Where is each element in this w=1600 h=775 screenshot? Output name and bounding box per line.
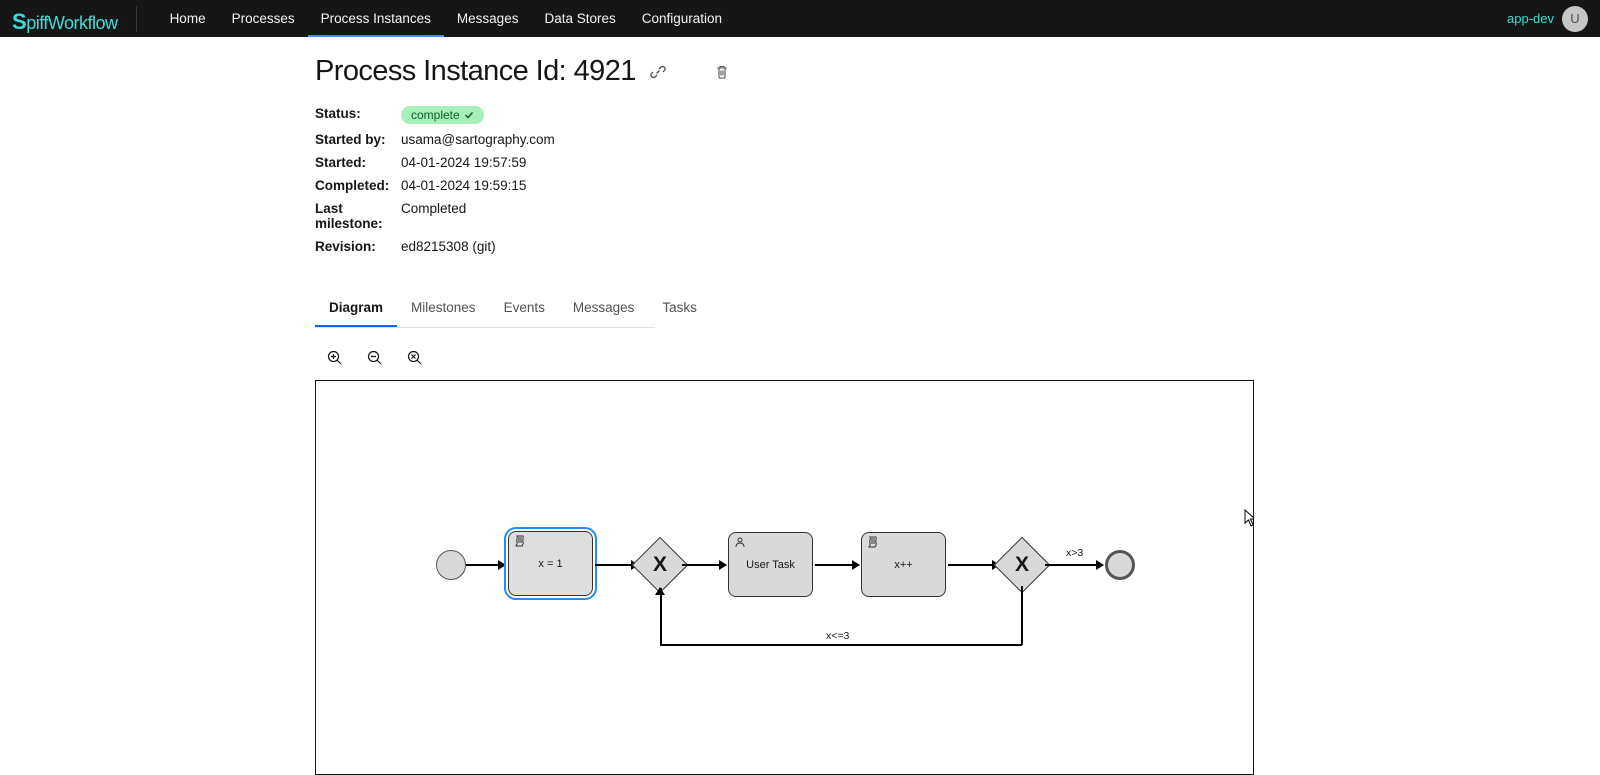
status-badge: complete bbox=[401, 106, 484, 124]
gateway-1[interactable]: X bbox=[632, 537, 689, 594]
tab-diagram[interactable]: Diagram bbox=[315, 290, 397, 327]
flow-arrow bbox=[948, 564, 999, 566]
started-label: Started: bbox=[315, 155, 401, 170]
nav-data-stores[interactable]: Data Stores bbox=[531, 1, 628, 36]
nav-messages[interactable]: Messages bbox=[444, 1, 532, 36]
title-row: Process Instance Id: 4921 bbox=[315, 55, 1300, 88]
tab-tasks[interactable]: Tasks bbox=[648, 290, 711, 327]
page-title: Process Instance Id: 4921 bbox=[315, 55, 636, 88]
loop-segment bbox=[660, 644, 1022, 646]
nav-process-instances[interactable]: Process Instances bbox=[308, 1, 444, 36]
script-task-x-increment[interactable]: x++ bbox=[861, 532, 946, 597]
tab-events[interactable]: Events bbox=[490, 290, 559, 327]
tabs: Diagram Milestones Events Messages Tasks bbox=[315, 290, 655, 328]
end-event[interactable] bbox=[1105, 550, 1135, 580]
avatar[interactable]: U bbox=[1562, 6, 1588, 32]
started-value: 04-01-2024 19:57:59 bbox=[401, 155, 526, 170]
loop-segment bbox=[660, 588, 662, 645]
nav-home[interactable]: Home bbox=[157, 1, 219, 36]
revision-label: Revision: bbox=[315, 239, 401, 254]
meta-table: Status: complete Started by: usama@sarto… bbox=[315, 102, 1300, 258]
logo-text: SpiffWorkflow bbox=[12, 11, 118, 33]
completed-label: Completed: bbox=[315, 178, 401, 193]
nav-items: Home Processes Process Instances Message… bbox=[157, 1, 736, 36]
loop-segment bbox=[1021, 586, 1023, 645]
flow-arrow bbox=[815, 564, 859, 566]
env-label[interactable]: app-dev bbox=[1507, 11, 1554, 26]
flow-arrow bbox=[682, 564, 726, 566]
user-icon bbox=[734, 536, 746, 551]
logo[interactable]: Draw the code SpiffWorkflow bbox=[12, 6, 137, 32]
started-by-value: usama@sartography.com bbox=[401, 132, 555, 147]
milestone-value: Completed bbox=[401, 201, 466, 231]
link-icon[interactable] bbox=[650, 64, 666, 80]
flow-arrow bbox=[1045, 564, 1103, 566]
bpmn-diagram[interactable]: x = 1 X User Task x++ X x>3 x<=3 bbox=[315, 380, 1254, 775]
nav-configuration[interactable]: Configuration bbox=[629, 1, 735, 36]
milestone-label: Last milestone: bbox=[315, 201, 401, 231]
script-task-x-equals-1[interactable]: x = 1 bbox=[508, 531, 593, 596]
flow-arrow bbox=[466, 564, 505, 566]
script-icon bbox=[867, 536, 879, 551]
completed-value: 04-01-2024 19:59:15 bbox=[401, 178, 526, 193]
tab-messages[interactable]: Messages bbox=[559, 290, 649, 327]
loop-arrowhead bbox=[655, 587, 665, 595]
nav-right: app-dev U bbox=[1507, 6, 1588, 32]
nav-processes[interactable]: Processes bbox=[219, 1, 308, 36]
cursor-icon bbox=[1244, 509, 1254, 532]
script-icon bbox=[514, 535, 526, 550]
main-content: Process Instance Id: 4921 Status: comple… bbox=[0, 37, 1300, 775]
delete-icon[interactable] bbox=[714, 64, 730, 80]
gateway-2[interactable]: X bbox=[994, 537, 1051, 594]
zoom-in-icon[interactable] bbox=[327, 350, 343, 366]
status-label: Status: bbox=[315, 106, 401, 124]
top-navigation: Draw the code SpiffWorkflow Home Process… bbox=[0, 0, 1600, 37]
condition-exit: x>3 bbox=[1066, 547, 1083, 559]
tab-milestones[interactable]: Milestones bbox=[397, 290, 490, 327]
zoom-out-icon[interactable] bbox=[367, 350, 383, 366]
revision-value: ed8215308 (git) bbox=[401, 239, 496, 254]
condition-loop: x<=3 bbox=[826, 630, 849, 642]
zoom-fit-icon[interactable] bbox=[407, 350, 423, 366]
zoom-controls bbox=[327, 350, 1300, 366]
started-by-label: Started by: bbox=[315, 132, 401, 147]
user-task[interactable]: User Task bbox=[728, 532, 813, 597]
start-event[interactable] bbox=[436, 550, 466, 580]
